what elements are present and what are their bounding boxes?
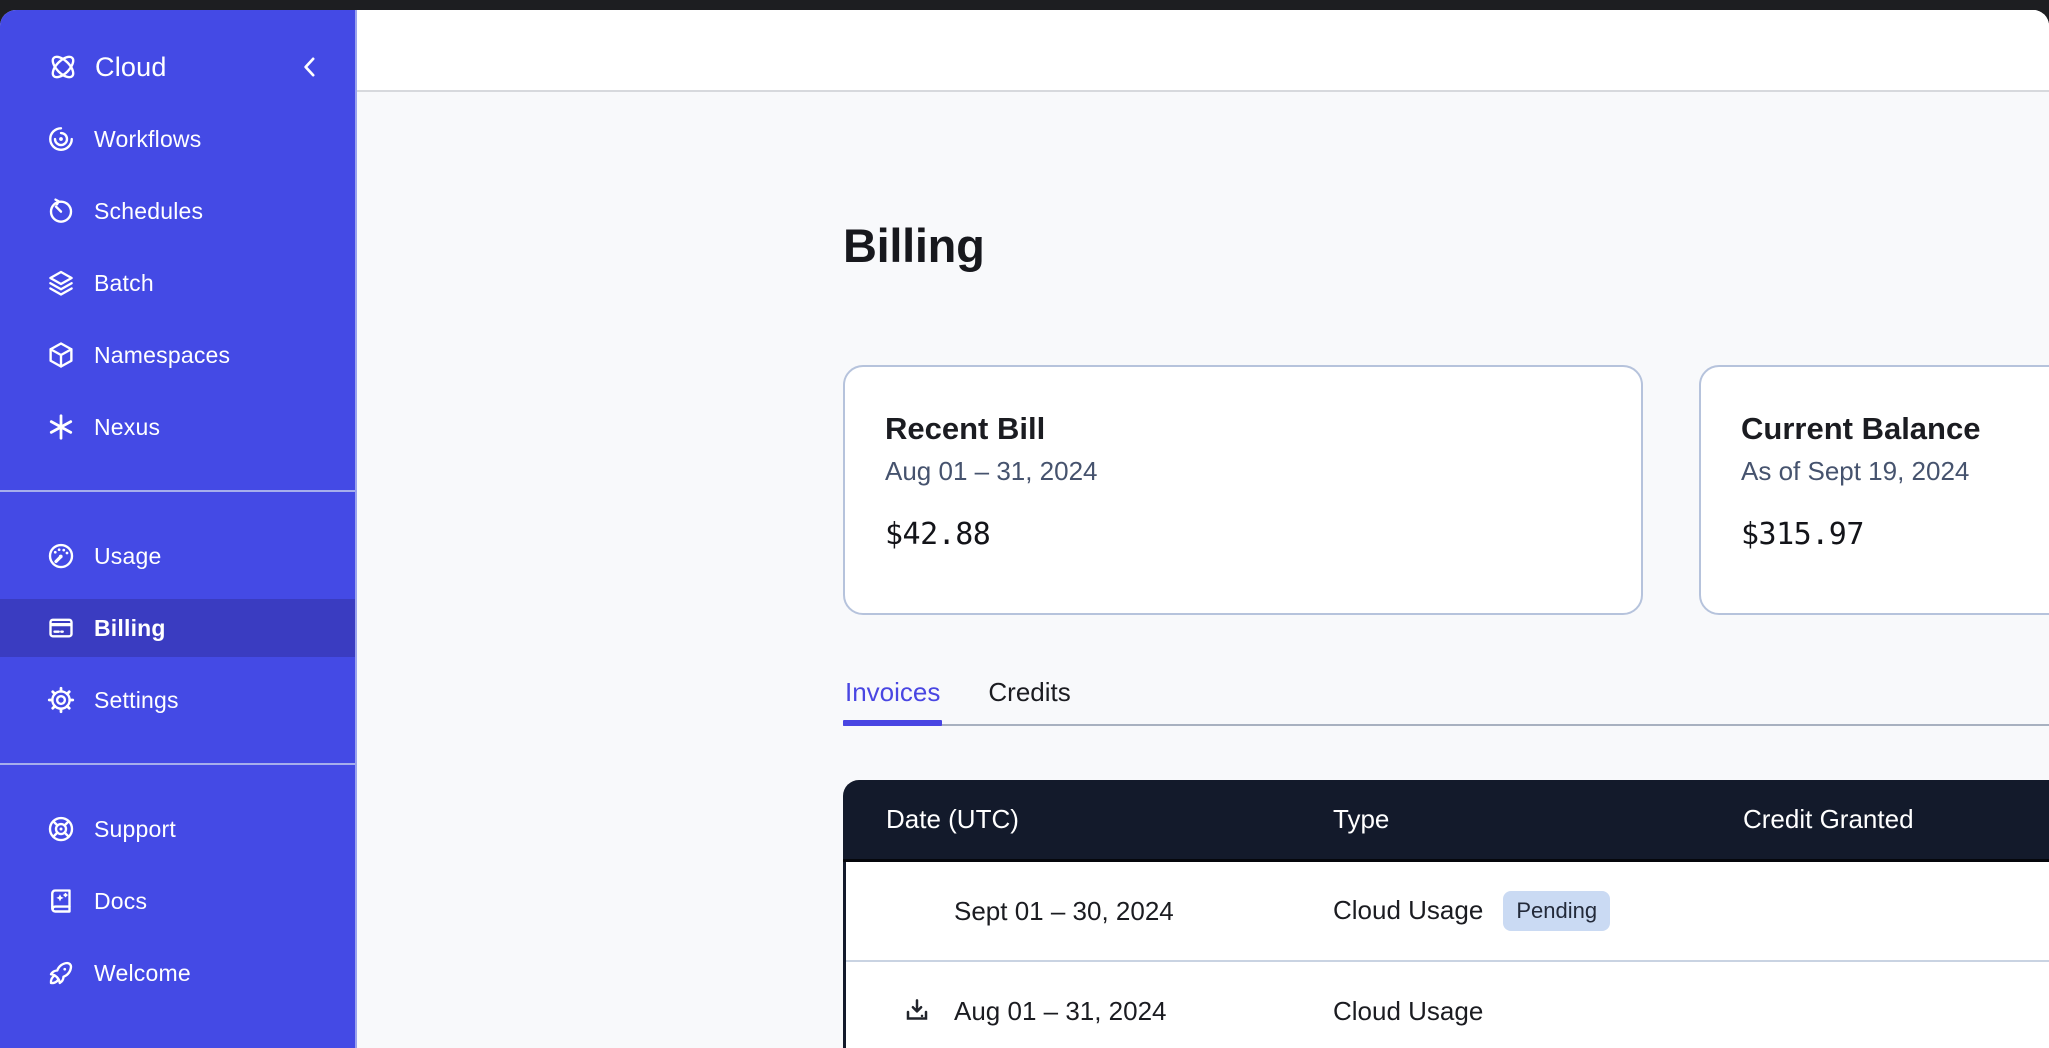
welcome-rocket-icon: [46, 958, 76, 988]
sidebar-divider: [0, 490, 355, 492]
temporal-logo-icon: [44, 48, 82, 86]
sidebar-item-schedules[interactable]: Schedules: [0, 182, 355, 240]
table-body: Sept 01 – 30, 2024 Cloud Usage Pending: [843, 862, 2049, 1048]
card-amount: $315.97: [1741, 517, 2049, 552]
invoices-table: Date (UTC) Type Credit Granted Sept 01 –…: [843, 780, 2049, 1048]
sidebar-item-label: Workflows: [94, 126, 201, 153]
table-header: Date (UTC) Type Credit Granted: [843, 780, 2049, 862]
sidebar-item-namespaces[interactable]: Namespaces: [0, 326, 355, 384]
sidebar-item-label: Schedules: [94, 198, 203, 225]
type-cell: Cloud Usage: [1333, 996, 1743, 1027]
settings-gear-icon: [46, 685, 76, 715]
batch-layers-icon: [46, 268, 76, 298]
sidebar-item-usage[interactable]: Usage: [0, 527, 355, 585]
table-row[interactable]: Aug 01 – 31, 2024 Cloud Usage: [846, 962, 2049, 1048]
sidebar-item-settings[interactable]: Settings: [0, 671, 355, 729]
sidebar-item-label: Batch: [94, 270, 154, 297]
current-balance-card: Current Balance As of Sept 19, 2024 $315…: [1699, 365, 2049, 615]
sidebar-item-label: Support: [94, 816, 176, 843]
chevron-left-icon[interactable]: [295, 52, 325, 82]
invoice-date: Sept 01 – 30, 2024: [954, 896, 1174, 927]
sidebar-item-welcome[interactable]: Welcome: [0, 944, 355, 1002]
type-cell: Cloud Usage Pending: [1333, 891, 1743, 931]
download-invoice-icon[interactable]: [902, 996, 932, 1026]
sidebar-item-support[interactable]: Support: [0, 800, 355, 858]
column-header-credit-granted: Credit Granted: [1743, 804, 2049, 835]
billing-page: Billing Recent Bill Aug 01 – 31, 2024 $4…: [357, 218, 2049, 1048]
invoice-type: Cloud Usage: [1333, 996, 1483, 1027]
app-window: Cloud Workflows Schedules: [0, 10, 2049, 1048]
sidebar-item-nexus[interactable]: Nexus: [0, 398, 355, 456]
support-lifebuoy-icon: [46, 814, 76, 844]
sidebar-divider: [0, 763, 355, 765]
invoice-date: Aug 01 – 31, 2024: [954, 996, 1167, 1027]
sidebar-item-batch[interactable]: Batch: [0, 254, 355, 312]
recent-bill-card: Recent Bill Aug 01 – 31, 2024 $42.88: [843, 365, 1643, 615]
table-row[interactable]: Sept 01 – 30, 2024 Cloud Usage Pending: [846, 862, 2049, 962]
sidebar: Cloud Workflows Schedules: [0, 10, 357, 1048]
sidebar-item-label: Welcome: [94, 960, 191, 987]
tab-invoices[interactable]: Invoices: [843, 677, 942, 724]
card-title: Current Balance: [1741, 411, 2049, 447]
card-amount: $42.88: [885, 517, 1601, 552]
nexus-asterisk-icon: [46, 412, 76, 442]
workflows-spiral-icon: [46, 124, 76, 154]
sidebar-item-label: Namespaces: [94, 342, 230, 369]
namespaces-cube-icon: [46, 340, 76, 370]
download-icon-placeholder: [902, 896, 932, 926]
status-badge: Pending: [1503, 891, 1610, 931]
schedules-timer-icon: [46, 196, 76, 226]
date-cell: Sept 01 – 30, 2024: [846, 896, 1333, 927]
sidebar-item-docs[interactable]: Docs: [0, 872, 355, 930]
billing-tabs: Invoices Credits: [843, 677, 2049, 726]
sidebar-item-billing[interactable]: Billing: [0, 599, 355, 657]
invoice-type: Cloud Usage: [1333, 895, 1483, 926]
brand-label: Cloud: [95, 52, 167, 83]
docs-book-icon: [46, 886, 76, 916]
column-header-date: Date (UTC): [843, 804, 1333, 835]
card-title: Recent Bill: [885, 411, 1601, 447]
page-title: Billing: [843, 218, 2049, 273]
sidebar-item-label: Usage: [94, 543, 161, 570]
sidebar-item-label: Settings: [94, 687, 179, 714]
tab-credits[interactable]: Credits: [986, 677, 1072, 724]
usage-gauge-icon: [46, 541, 76, 571]
sidebar-item-label: Billing: [94, 615, 166, 642]
billing-card-icon: [46, 613, 76, 643]
column-header-type: Type: [1333, 804, 1743, 835]
top-bar: [357, 10, 2049, 92]
main-area: Billing Recent Bill Aug 01 – 31, 2024 $4…: [357, 10, 2049, 1048]
date-cell: Aug 01 – 31, 2024: [846, 996, 1333, 1027]
card-subtitle: Aug 01 – 31, 2024: [885, 456, 1601, 487]
sidebar-item-workflows[interactable]: Workflows: [0, 110, 355, 168]
summary-cards: Recent Bill Aug 01 – 31, 2024 $42.88 Cur…: [843, 365, 2049, 615]
card-subtitle: As of Sept 19, 2024: [1741, 456, 2049, 487]
sidebar-item-label: Nexus: [94, 414, 160, 441]
sidebar-brand-row: Cloud: [0, 38, 355, 96]
sidebar-item-label: Docs: [94, 888, 147, 915]
